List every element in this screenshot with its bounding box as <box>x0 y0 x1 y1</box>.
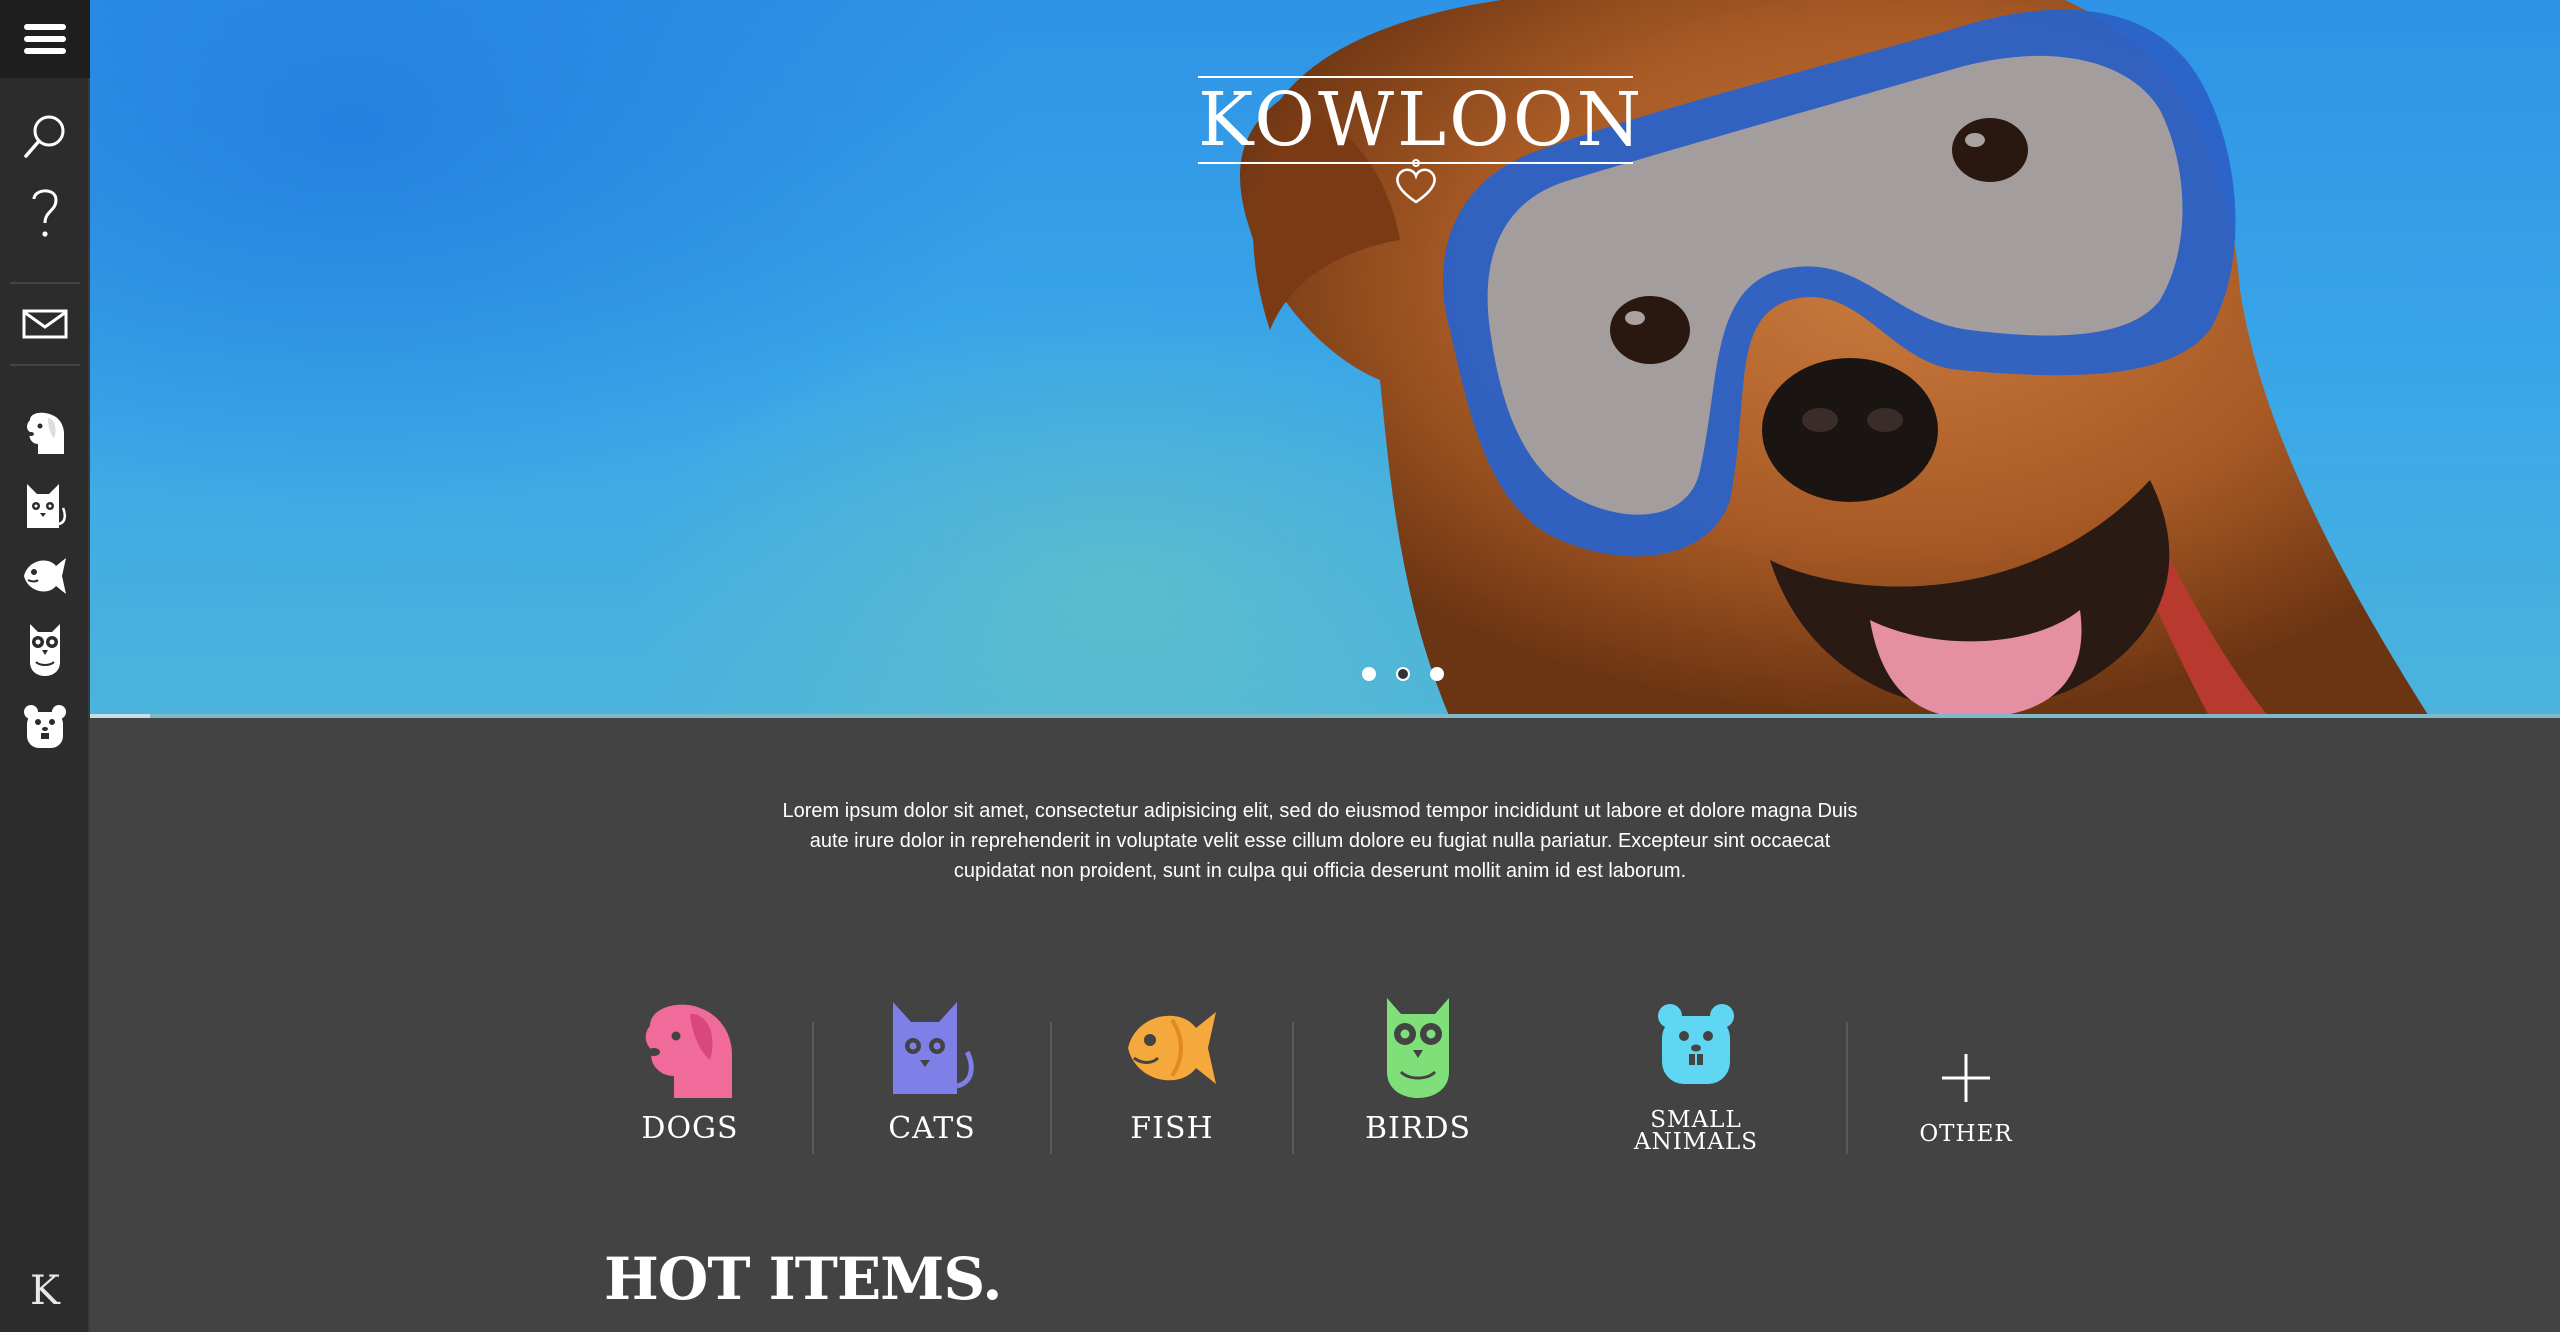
sidebar-item-search[interactable] <box>0 108 90 164</box>
slide-dot-3[interactable] <box>1430 667 1444 681</box>
sidebar: K <box>0 0 90 1332</box>
slide-dot-1[interactable] <box>1362 667 1376 681</box>
category-cats[interactable]: CATS <box>862 990 1002 1146</box>
sidebar-item-small-animals[interactable] <box>0 700 90 752</box>
owl-icon <box>1387 998 1449 1098</box>
category-divider <box>1292 1022 1294 1154</box>
category-dogs[interactable]: DOGS <box>620 990 760 1146</box>
fish-icon <box>24 558 66 594</box>
category-label-line1: SMALL <box>1650 1107 1742 1133</box>
slider-progress <box>90 714 150 718</box>
sidebar-item-dogs[interactable] <box>0 406 90 458</box>
category-divider <box>1050 1022 1052 1154</box>
hamster-icon <box>24 705 66 748</box>
hero-bottom-border <box>90 714 2560 718</box>
intro-text: Lorem ipsum dolor sit amet, consectetur … <box>782 800 1858 882</box>
hamburger-menu-icon <box>24 24 66 54</box>
question-mark-icon <box>32 189 58 237</box>
envelope-icon <box>22 309 68 339</box>
category-divider <box>1846 1022 1848 1154</box>
dog-icon <box>645 1004 732 1098</box>
sidebar-item-mail[interactable] <box>0 300 90 348</box>
sidebar-item-help[interactable] <box>0 182 90 244</box>
menu-button[interactable] <box>0 0 90 78</box>
category-label-line2: ANIMALS <box>1633 1129 1758 1155</box>
slide-dot-2[interactable] <box>1396 667 1410 681</box>
cat-icon <box>27 484 66 528</box>
sidebar-divider <box>10 364 80 366</box>
category-label: FISH <box>1130 1111 1214 1146</box>
category-divider <box>812 1022 814 1154</box>
fish-icon <box>1128 1012 1216 1084</box>
plus-icon <box>1942 1054 1990 1102</box>
cat-icon <box>893 1002 974 1094</box>
section-title-hot-items: HOT ITEMS. <box>604 1245 1002 1313</box>
category-other[interactable]: OTHER <box>1896 990 2036 1147</box>
brand-title: KOWLOON <box>1198 77 1645 163</box>
owl-icon <box>30 624 60 676</box>
search-icon <box>24 115 65 158</box>
category-label: CATS <box>888 1111 976 1146</box>
sidebar-item-birds[interactable] <box>0 620 90 680</box>
category-small-animals[interactable]: SMALL ANIMALS <box>1626 990 1766 1155</box>
dog-icon <box>27 412 64 454</box>
category-fish[interactable]: FISH <box>1102 990 1242 1146</box>
category-label: BIRDS <box>1364 1111 1472 1146</box>
category-birds[interactable]: BIRDS <box>1348 990 1488 1146</box>
brand-logo-hero[interactable]: KOWLOON <box>1198 76 1645 204</box>
category-label: OTHER <box>1919 1121 2013 1147</box>
sidebar-item-cats[interactable] <box>0 478 90 534</box>
heart-tag-icon <box>1395 159 1436 204</box>
sidebar-item-fish[interactable] <box>0 552 90 600</box>
brand-logo[interactable]: K <box>0 1268 90 1314</box>
sidebar-divider <box>10 282 80 284</box>
slider-pagination <box>1362 667 1444 681</box>
hero-slider: KOWLOON <box>90 0 2560 718</box>
hamster-icon <box>1658 1004 1734 1084</box>
category-label: DOGS <box>641 1111 739 1146</box>
